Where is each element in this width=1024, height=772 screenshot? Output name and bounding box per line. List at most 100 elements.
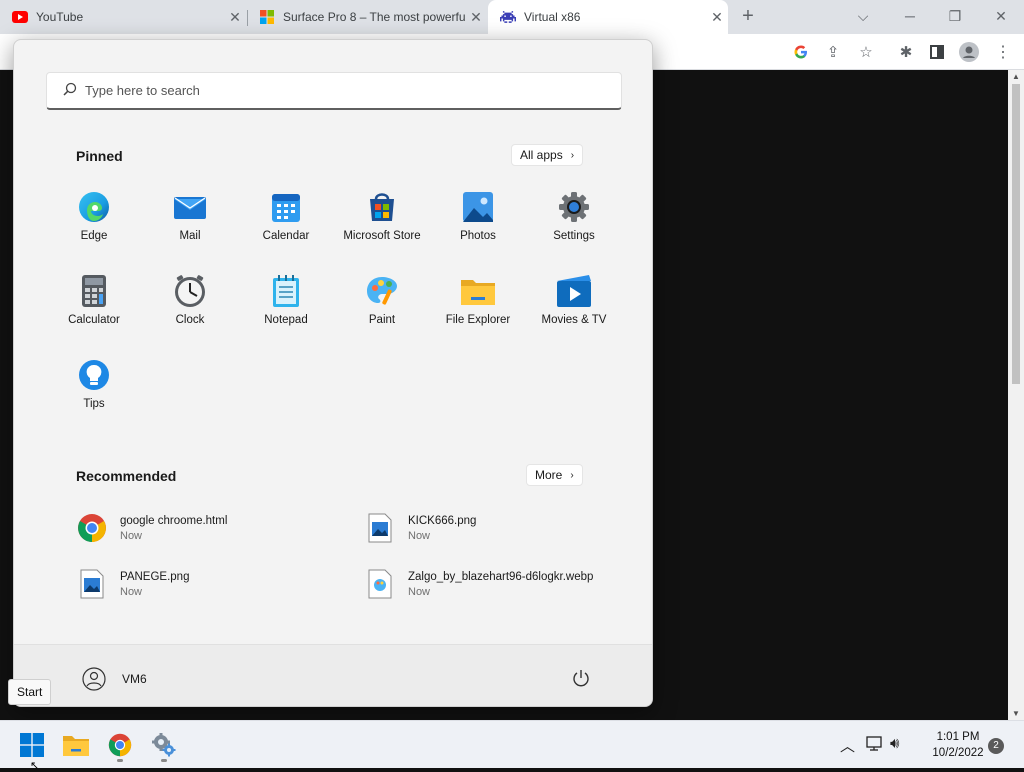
app-label: Calculator xyxy=(68,314,120,326)
recommended-item-name: PANEGE.png xyxy=(120,570,190,583)
image-file-icon xyxy=(76,568,108,600)
store-icon xyxy=(365,190,399,224)
restore-icon[interactable]: ❐ xyxy=(935,4,975,28)
close-tab-icon[interactable]: ✕ xyxy=(706,9,728,26)
pinned-app-calendar[interactable]: Calendar xyxy=(238,182,334,262)
close-tab-icon[interactable]: ✕ xyxy=(224,9,246,26)
recommended-item-name: google chroome.html xyxy=(120,514,228,527)
network-icon[interactable] xyxy=(866,735,884,755)
recommended-item-name: KICK666.png xyxy=(408,514,477,527)
scrollbar-thumb[interactable] xyxy=(1012,84,1020,384)
more-button[interactable]: More › xyxy=(526,464,583,486)
more-label: More xyxy=(535,468,563,482)
notepad-icon xyxy=(269,274,303,308)
edge-icon xyxy=(77,190,111,224)
app-label: Tips xyxy=(83,398,105,410)
taskbar-control-panel[interactable] xyxy=(144,725,184,765)
space-invader-icon xyxy=(500,9,516,25)
recommended-item-time: Now xyxy=(408,529,431,542)
pinned-app-mail[interactable]: Mail xyxy=(142,182,238,262)
scroll-down-icon[interactable]: ▼ xyxy=(1008,709,1024,718)
all-apps-label: All apps xyxy=(520,148,563,162)
tab-surface-pro[interactable]: Surface Pro 8 – The most powerful ✕ xyxy=(247,0,487,34)
webp-file-icon xyxy=(364,568,396,600)
pinned-app-microsoft-store[interactable]: Microsoft Store xyxy=(334,182,430,262)
notification-badge[interactable]: 2 xyxy=(988,738,1004,754)
page-scrollbar[interactable]: ▲ ▼ xyxy=(1008,70,1024,720)
pinned-app-notepad[interactable]: Notepad xyxy=(238,266,334,346)
start-search-box[interactable] xyxy=(46,72,622,110)
tab-title: YouTube xyxy=(36,10,84,24)
app-label: Calendar xyxy=(262,230,310,242)
clock-time: 1:01 PM xyxy=(936,731,980,743)
settings-icon xyxy=(557,190,591,224)
pinned-app-photos[interactable]: Photos xyxy=(430,182,526,262)
pinned-app-file-explorer[interactable]: File Explorer xyxy=(430,266,526,346)
mail-icon xyxy=(173,190,207,224)
recommended-item[interactable]: Zalgo_by_blazehart96-d6logkr.webp Now xyxy=(364,564,644,604)
extensions-icon[interactable]: ✱ xyxy=(895,41,917,63)
chrome-icon xyxy=(108,733,132,757)
gears-icon xyxy=(152,733,176,757)
google-icon[interactable] xyxy=(790,41,812,63)
calculator-icon xyxy=(77,274,111,308)
recommended-item[interactable]: PANEGE.png Now xyxy=(76,564,356,604)
recommended-item-time: Now xyxy=(120,585,143,598)
bookmark-star-icon[interactable]: ☆ xyxy=(855,41,877,63)
taskbar-chrome[interactable] xyxy=(100,725,140,765)
close-window-icon[interactable]: ✕ xyxy=(981,4,1021,28)
side-panel-icon[interactable] xyxy=(926,41,948,63)
share-icon[interactable]: ⇪ xyxy=(822,41,844,63)
recommended-item[interactable]: google chroome.html Now xyxy=(76,508,356,548)
tab-youtube[interactable]: YouTube ✕ xyxy=(0,0,246,34)
search-input[interactable] xyxy=(85,83,621,98)
all-apps-button[interactable]: All apps › xyxy=(511,144,584,166)
search-icon xyxy=(63,82,77,99)
paint-icon xyxy=(365,274,399,308)
recommended-item[interactable]: KICK666.png Now xyxy=(364,508,644,548)
close-tab-icon[interactable]: ✕ xyxy=(465,9,487,26)
start-button[interactable]: ↖ xyxy=(12,725,52,772)
microsoft-logo-icon xyxy=(259,9,275,25)
chrome-file-icon xyxy=(76,512,108,544)
start-menu: Pinned All apps › Edge Mail Calendar Mic… xyxy=(13,39,653,707)
show-hidden-icons-chevron-icon[interactable]: ︿ xyxy=(840,735,855,756)
tab-title: Virtual x86 xyxy=(524,10,581,24)
photos-icon xyxy=(461,190,495,224)
pinned-app-calculator[interactable]: Calculator xyxy=(46,266,142,346)
pinned-app-paint[interactable]: Paint xyxy=(334,266,430,346)
pinned-app-movies-tv[interactable]: Movies & TV xyxy=(526,266,622,346)
pinned-app-settings[interactable]: Settings xyxy=(526,182,622,262)
calendar-icon xyxy=(269,190,303,224)
pinned-app-tips[interactable]: Tips xyxy=(46,350,142,430)
app-label: Mail xyxy=(179,230,201,242)
taskbar-file-explorer[interactable] xyxy=(56,725,96,765)
tab-title: Surface Pro 8 – The most powerful xyxy=(283,10,465,24)
app-label: Settings xyxy=(553,230,595,242)
running-indicator xyxy=(161,759,167,762)
folder-icon xyxy=(461,274,495,308)
tab-virtual-x86[interactable]: Virtual x86 ✕ xyxy=(488,0,728,34)
recommended-item-name: Zalgo_by_blazehart96-d6logkr.webp xyxy=(408,570,594,583)
minimize-icon[interactable]: ─ xyxy=(890,4,930,28)
menu-kebab-icon[interactable]: ⋮ xyxy=(992,41,1014,63)
taskbar: ↖ ︿ 🔊︎ 1:01 PM 10/2/2022 2 xyxy=(0,720,1024,772)
clock-area[interactable]: 1:01 PM 10/2/2022 xyxy=(918,729,998,761)
new-tab-button[interactable]: + xyxy=(728,4,768,28)
profile-avatar-icon[interactable] xyxy=(958,41,980,63)
app-label: Edge xyxy=(80,230,108,242)
tab-search-icon[interactable]: ⌵ xyxy=(843,4,883,28)
image-file-icon xyxy=(364,512,396,544)
power-icon[interactable] xyxy=(568,665,594,691)
pinned-title: Pinned xyxy=(76,148,123,164)
folder-icon xyxy=(63,736,89,756)
app-label: Photos xyxy=(460,230,496,242)
pinned-app-clock[interactable]: Clock xyxy=(142,266,238,346)
scroll-up-icon[interactable]: ▲ xyxy=(1008,72,1024,81)
user-account-button[interactable]: VM6 xyxy=(78,663,147,695)
running-indicator xyxy=(117,759,123,762)
recommended-title: Recommended xyxy=(76,468,177,484)
volume-icon[interactable]: 🔊︎ xyxy=(890,735,899,752)
pinned-app-edge[interactable]: Edge xyxy=(46,182,142,262)
clock-date: 10/2/2022 xyxy=(932,747,984,759)
